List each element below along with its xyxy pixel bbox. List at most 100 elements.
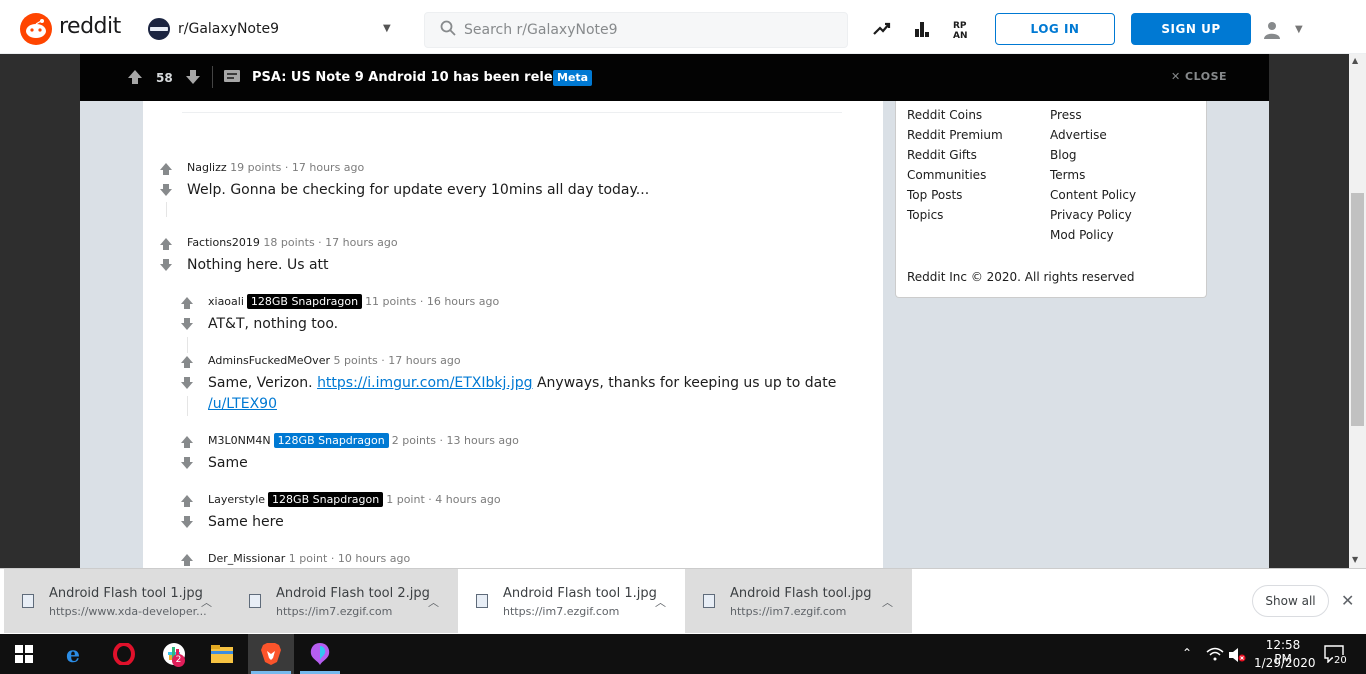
search-icon [440, 20, 456, 36]
image-file-icon [703, 594, 715, 608]
comment-text: Anyways, thanks for keeping us up to dat… [536, 375, 837, 391]
downvote-icon[interactable] [185, 69, 201, 85]
user-mention-link[interactable]: /u/LTEX90 [208, 396, 277, 412]
close-post-button[interactable]: ✕ CLOSE [1171, 70, 1227, 83]
upvote-icon[interactable] [180, 355, 194, 369]
taskbar-app-brave[interactable] [248, 634, 294, 674]
close-icon[interactable]: ✕ [1341, 591, 1354, 610]
footer-link[interactable]: Communities [907, 168, 986, 182]
chevron-up-icon[interactable]: ︿ [655, 594, 666, 610]
upvote-icon[interactable] [180, 494, 194, 508]
scroll-up-arrow-icon[interactable]: ▲ [1352, 56, 1358, 65]
chevron-up-icon[interactable]: ⌃ [1182, 646, 1192, 660]
comment-points-time: 11 points · 16 hours ago [365, 295, 500, 308]
notification-badge: 2 [172, 654, 185, 667]
comment-author[interactable]: Der_Missionar [208, 552, 285, 565]
footer-link[interactable]: Advertise [1050, 128, 1107, 142]
rpan-icon[interactable]: RP AN [952, 19, 972, 39]
download-filename: Android Flash tool 1.jpg [503, 586, 657, 601]
downvote-icon[interactable] [159, 183, 173, 197]
signup-button[interactable]: SIGN UP [1131, 13, 1251, 45]
downvote-icon[interactable] [180, 515, 194, 529]
chevron-up-icon[interactable]: ︿ [428, 594, 439, 610]
chevron-down-icon[interactable]: ▼ [383, 23, 391, 34]
svg-text:AN: AN [953, 31, 968, 39]
comment-meta: AdminsFuckedMeOver 5 points · 17 hours a… [208, 354, 461, 367]
thread-line [187, 396, 188, 416]
taskbar-app-paint3d[interactable] [297, 634, 343, 674]
downvote-icon[interactable] [180, 456, 194, 470]
comment-author[interactable]: M3L0NM4N [208, 434, 271, 447]
comments-divider [182, 112, 842, 113]
leaderboard-icon[interactable] [912, 19, 932, 39]
footer-link[interactable]: Reddit Coins [907, 108, 982, 122]
footer-link[interactable]: Top Posts [907, 188, 962, 202]
edge-icon: e [66, 643, 80, 665]
trending-icon[interactable] [872, 19, 892, 39]
reddit-wordmark[interactable]: reddit [59, 14, 121, 39]
scrollbar-thumb[interactable] [1351, 193, 1364, 426]
modal-backdrop-right [1269, 54, 1349, 568]
post-flair-badge[interactable]: Meta [553, 70, 593, 86]
comment-body: Same, Verizon. https://i.imgur.com/ETXIb… [208, 375, 836, 391]
comment-body: AT&T, nothing too. [208, 316, 339, 332]
download-item[interactable] [458, 569, 685, 633]
footer-link[interactable]: Mod Policy [1050, 228, 1114, 242]
reddit-logo-icon[interactable] [20, 13, 52, 45]
show-all-downloads-button[interactable]: Show all [1252, 585, 1329, 617]
comment-points-time: 1 point · 4 hours ago [386, 493, 501, 506]
footer-link[interactable]: Content Policy [1050, 188, 1136, 202]
comment-author[interactable]: xiaoali [208, 295, 244, 308]
clock-date[interactable]: 1/29/2020 [1254, 656, 1316, 670]
downvote-icon[interactable] [180, 317, 194, 331]
post-title[interactable]: PSA: US Note 9 Android 10 has been relea… [252, 70, 593, 85]
taskbar-app-slack[interactable]: 2 [150, 634, 196, 674]
subreddit-name[interactable]: r/GalaxyNote9 [178, 21, 279, 37]
upvote-icon[interactable] [180, 553, 194, 567]
footer-link[interactable]: Reddit Gifts [907, 148, 977, 162]
download-item[interactable] [685, 569, 912, 633]
upvote-icon[interactable] [127, 69, 143, 85]
comment-author[interactable]: Layerstyle [208, 493, 265, 506]
windows-start-icon[interactable] [15, 645, 33, 663]
comment-author[interactable]: Factions2019 [187, 236, 260, 249]
upvote-icon[interactable] [180, 435, 194, 449]
user-menu-chevron-icon[interactable]: ▼ [1295, 24, 1303, 35]
subreddit-icon [148, 18, 170, 40]
footer-link[interactable]: Press [1050, 108, 1082, 122]
speaker-muted-icon[interactable] [1228, 647, 1246, 663]
download-filename: Android Flash tool.jpg [730, 586, 872, 601]
download-source: https://im7.ezgif.com [730, 605, 847, 618]
upvote-icon[interactable] [159, 237, 173, 251]
downvote-icon[interactable] [180, 376, 194, 390]
search-input[interactable] [464, 21, 824, 39]
comment-points-time: 18 points · 17 hours ago [263, 236, 398, 249]
download-item[interactable] [4, 569, 231, 633]
scroll-down-arrow-icon[interactable]: ▼ [1352, 555, 1358, 564]
taskbar-app-opera[interactable] [101, 634, 147, 674]
footer-link[interactable]: Blog [1050, 148, 1077, 162]
comment-author[interactable]: AdminsFuckedMeOver [208, 354, 330, 367]
chevron-up-icon[interactable]: ︿ [201, 594, 212, 610]
comment-link[interactable]: https://i.imgur.com/ETXIbkj.jpg [317, 375, 532, 391]
chevron-up-icon[interactable]: ︿ [882, 594, 893, 610]
footer-link[interactable]: Privacy Policy [1050, 208, 1132, 222]
footer-link[interactable]: Terms [1050, 168, 1085, 182]
upvote-icon[interactable] [159, 162, 173, 176]
download-item[interactable] [231, 569, 458, 633]
wifi-icon[interactable] [1206, 647, 1224, 661]
footer-link[interactable]: Topics [907, 208, 943, 222]
user-icon[interactable] [1262, 20, 1282, 40]
comment-author[interactable]: Naglizz [187, 161, 227, 174]
footer-link[interactable]: Reddit Premium [907, 128, 1003, 142]
copyright-text: Reddit Inc © 2020. All rights reserved [907, 270, 1135, 284]
taskbar-app-edge[interactable]: e [52, 634, 98, 674]
upvote-icon[interactable] [180, 296, 194, 310]
comment-meta: Naglizz 19 points · 17 hours ago [187, 161, 364, 174]
taskbar-app-file-explorer[interactable] [199, 634, 245, 674]
login-button[interactable]: LOG IN [995, 13, 1115, 45]
comment-body: Welp. Gonna be checking for update every… [187, 182, 650, 198]
modal-backdrop-left [0, 54, 80, 568]
downvote-icon[interactable] [159, 258, 173, 272]
comment-points-time: 5 points · 17 hours ago [333, 354, 461, 367]
